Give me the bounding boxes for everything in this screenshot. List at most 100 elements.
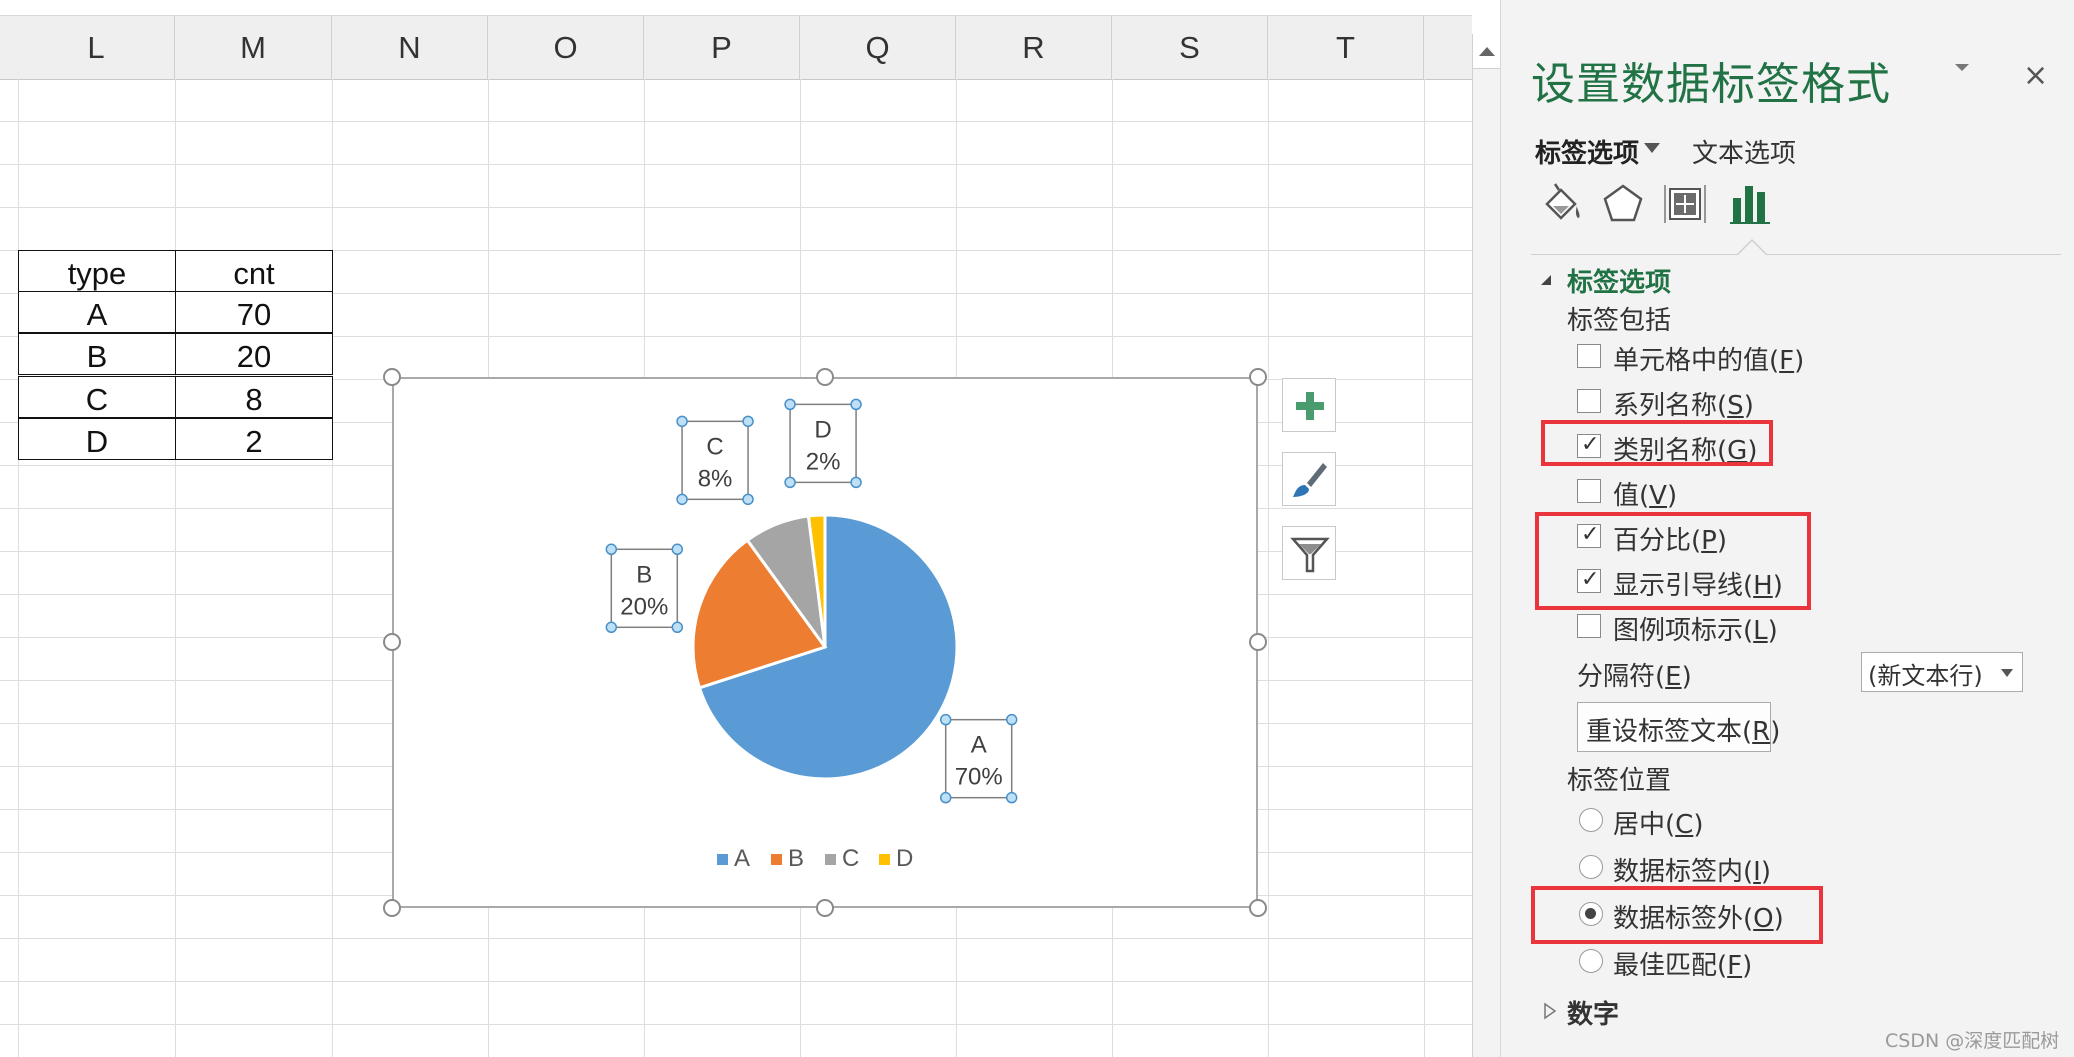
table-cell[interactable]: 20 xyxy=(175,333,333,375)
highlight-outside-end xyxy=(1531,886,1823,944)
label-contains-heading: 标签包括 xyxy=(1567,306,1672,336)
legend-label: A xyxy=(734,845,750,872)
column-header-p[interactable]: P xyxy=(644,16,800,79)
size-properties-icon[interactable] xyxy=(1663,182,1707,226)
resize-handle[interactable] xyxy=(816,899,834,917)
label-position-heading: 标签位置 xyxy=(1567,766,1672,796)
section-number[interactable]: 数字 xyxy=(1567,994,1619,1031)
checkbox[interactable] xyxy=(1577,479,1601,503)
separator-value: (新文本行) xyxy=(1868,662,1983,690)
vertical-scrollbar[interactable] xyxy=(1472,34,1502,1057)
legend-entry-d[interactable]: D xyxy=(879,845,913,872)
checkbox-label: 系列名称 xyxy=(1613,391,1718,421)
column-header-q[interactable]: Q xyxy=(800,16,956,79)
reset-label-text-button[interactable]: 重设标签文本(R) xyxy=(1577,702,1780,752)
data-label-a[interactable]: A 70% xyxy=(939,713,1018,804)
resize-handle[interactable] xyxy=(1249,899,1267,917)
format-data-labels-pane: 设置数据标签格式 × 标签选项 文本选项 标签选项 标签包括 单元格中的值(F) xyxy=(1500,0,2074,1057)
chevron-down-icon xyxy=(2001,669,2013,677)
close-pane-button[interactable]: × xyxy=(2023,58,2048,93)
worksheet[interactable]: L M N O P Q R S T type cnt A 70 B 20 C 8… xyxy=(0,0,1472,1057)
table-cell[interactable]: 70 xyxy=(175,291,333,333)
access-key: R xyxy=(1752,717,1771,747)
watermark: CSDN @深度匹配树 xyxy=(1885,1030,2060,1052)
legend-entry-c[interactable]: C xyxy=(825,845,859,872)
radio-label: 居中 xyxy=(1613,810,1666,840)
column-header-o[interactable]: O xyxy=(488,16,644,79)
tab-text-options[interactable]: 文本选项 xyxy=(1692,133,1796,170)
table-cell[interactable]: 8 xyxy=(175,376,333,418)
table-cell[interactable]: B xyxy=(18,333,176,375)
radio-label: 最佳匹配 xyxy=(1613,951,1718,981)
collapse-triangle-icon[interactable] xyxy=(1539,273,1553,287)
highlight-category-name xyxy=(1541,420,1773,466)
chevron-down-icon xyxy=(1955,64,1969,71)
pane-title: 设置数据标签格式 xyxy=(1531,59,1891,110)
column-header-l[interactable]: L xyxy=(18,16,175,79)
data-label-category: A xyxy=(971,732,987,759)
table-cell[interactable]: 2 xyxy=(175,418,333,460)
checkbox[interactable] xyxy=(1577,389,1601,413)
scroll-up-button[interactable] xyxy=(1473,34,1501,69)
radio-button[interactable] xyxy=(1579,808,1603,832)
column-header-m[interactable]: M xyxy=(175,16,332,79)
pane-options-dropdown[interactable] xyxy=(1953,58,1971,81)
data-label-percent: 8% xyxy=(698,465,733,492)
checkbox-label: 值 xyxy=(1613,481,1640,511)
column-header-s[interactable]: S xyxy=(1112,16,1268,79)
expand-triangle-icon[interactable] xyxy=(1543,1002,1557,1020)
chart-styles-button[interactable] xyxy=(1282,452,1336,506)
legend-swatch xyxy=(825,854,836,865)
column-header-t[interactable]: T xyxy=(1268,16,1424,79)
fill-line-icon[interactable] xyxy=(1541,182,1585,226)
filter-icon xyxy=(1290,537,1330,573)
resize-handle[interactable] xyxy=(1249,633,1267,651)
radio-button[interactable] xyxy=(1579,855,1603,879)
legend-label: C xyxy=(842,845,859,872)
chevron-down-icon[interactable] xyxy=(1643,141,1661,155)
radio-label: 数据标签内 xyxy=(1613,857,1744,887)
section-label-options[interactable]: 标签选项 xyxy=(1567,262,1671,299)
data-label-percent: 2% xyxy=(806,448,841,475)
access-key: F xyxy=(1727,951,1743,981)
column-header-n[interactable]: N xyxy=(332,16,488,79)
data-label-d[interactable]: D 2% xyxy=(784,398,862,489)
data-label-b[interactable]: B 20% xyxy=(605,543,684,634)
checkbox[interactable] xyxy=(1577,344,1601,368)
data-label-percent: 20% xyxy=(620,593,668,620)
access-key: S xyxy=(1727,391,1744,421)
pie-chart[interactable]: cnt A70%B20%C8%D2% ABCD xyxy=(392,377,1258,908)
resize-handle[interactable] xyxy=(383,368,401,386)
section-divider xyxy=(1531,254,2061,255)
table-cell[interactable]: A xyxy=(18,291,176,333)
table-cell[interactable]: C xyxy=(18,376,176,418)
column-header-r[interactable]: R xyxy=(956,16,1112,79)
resize-handle[interactable] xyxy=(816,368,834,386)
legend-entry-a[interactable]: A xyxy=(717,845,750,872)
checkbox[interactable] xyxy=(1577,614,1601,638)
table-header-type[interactable]: type xyxy=(18,250,176,292)
bar-chart-icon[interactable] xyxy=(1729,180,1773,226)
data-label-c[interactable]: C 8% xyxy=(676,415,754,506)
table-cell[interactable]: D xyxy=(18,418,176,460)
selected-tab-pointer xyxy=(1737,238,1767,256)
chart-elements-button[interactable] xyxy=(1282,378,1336,432)
legend-entry-b[interactable]: B xyxy=(771,845,804,872)
chart-filters-button[interactable] xyxy=(1282,526,1336,580)
legend-label: B xyxy=(788,845,804,872)
effects-pentagon-icon[interactable] xyxy=(1601,182,1645,226)
tab-label-options[interactable]: 标签选项 xyxy=(1535,133,1639,170)
radio-button[interactable] xyxy=(1579,949,1603,973)
separator-dropdown[interactable]: (新文本行) xyxy=(1861,652,2023,692)
resize-handle[interactable] xyxy=(1249,368,1267,386)
plus-icon xyxy=(1296,392,1324,420)
table-header-cnt[interactable]: cnt xyxy=(175,250,333,292)
resize-handle[interactable] xyxy=(383,899,401,917)
checkbox-label: 单元格中的值 xyxy=(1613,346,1770,376)
resize-handle[interactable] xyxy=(383,633,401,651)
access-key: E xyxy=(1665,662,1682,692)
access-key: L xyxy=(1753,616,1768,646)
chevron-up-icon xyxy=(1479,47,1495,56)
legend-label: D xyxy=(896,845,913,872)
access-key: C xyxy=(1675,810,1694,840)
